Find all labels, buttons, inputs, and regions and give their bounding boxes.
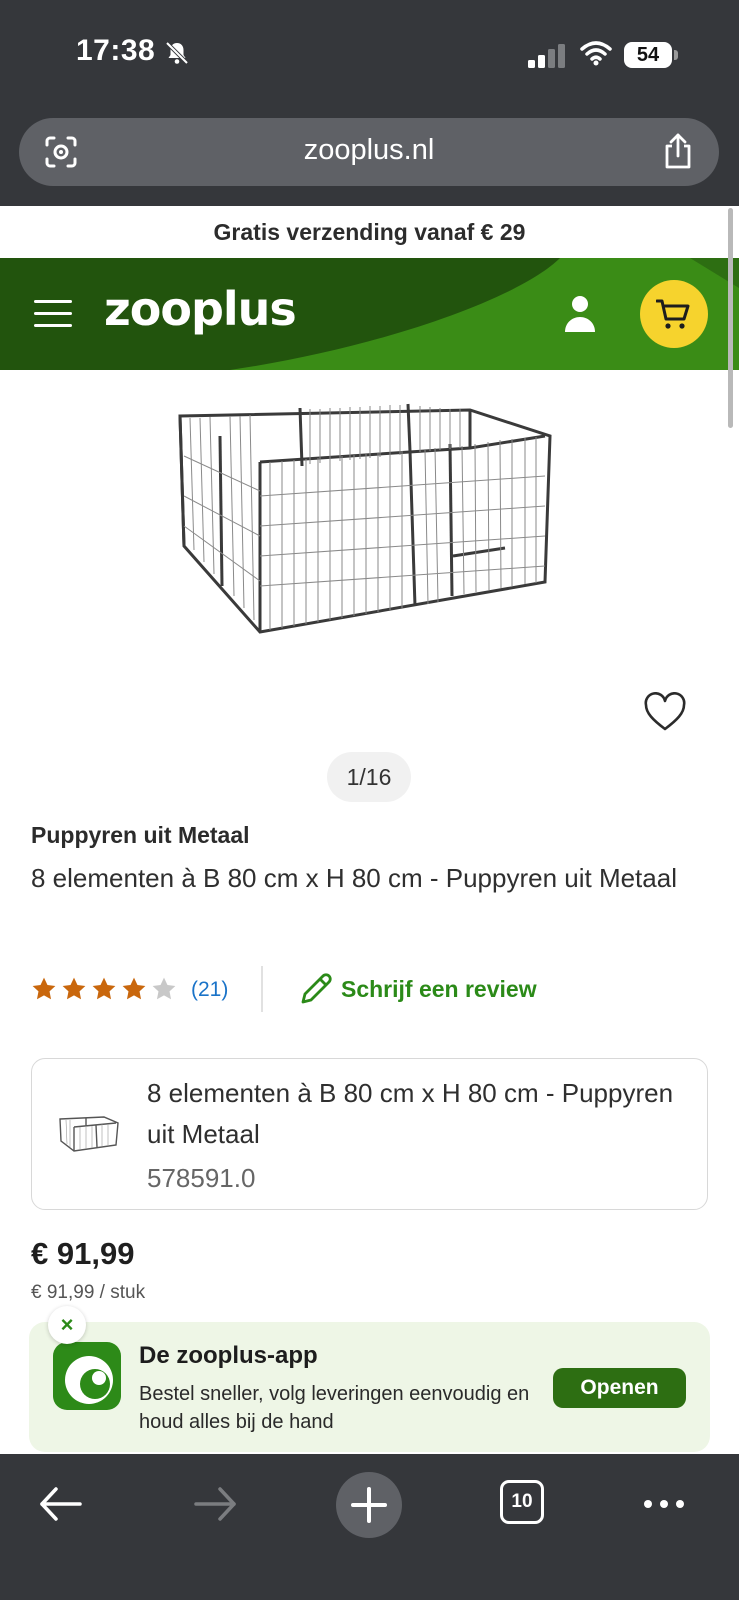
open-app-button[interactable]: Openen [553,1368,686,1408]
close-app-banner-button[interactable]: × [48,1306,86,1344]
rating-divider [261,966,263,1012]
app-logo-icon [65,1356,113,1404]
product-brand-line[interactable]: Puppyren uit Metaal [31,822,250,849]
browser-top-bar: 17:38 54 zooplus.nl [0,0,739,206]
back-arrow-icon[interactable] [32,1476,92,1532]
wifi-icon [580,41,612,66]
variant-thumbnail [59,1116,119,1152]
account-icon[interactable] [562,294,598,334]
star-filled-icon [32,977,56,1000]
variant-title: 8 elementen à B 80 cm x H 80 cm - Puppyr… [147,1078,674,1149]
shipping-banner: Gratis verzending vanaf € 29 [0,206,739,258]
cell-signal-icon [528,44,565,68]
tabs-count-button[interactable]: 10 [500,1480,544,1524]
plus-icon [351,1487,387,1523]
battery-indicator: 54 [624,42,672,68]
rating-row: (21) Schrijf een review [31,966,711,1016]
write-review-link[interactable]: Schrijf een review [297,966,537,1012]
star-filled-icon [62,977,86,1000]
variant-sku: 578591.0 [147,1163,256,1193]
site-header: zooplus [0,258,739,370]
status-time: 17:38 [76,34,156,67]
battery-nub [674,50,678,60]
product-image-playpen[interactable] [170,396,570,646]
zooplus-app-icon [53,1342,121,1410]
write-review-label: Schrijf een review [341,975,537,1002]
url-text[interactable]: zooplus.nl [19,134,719,167]
menu-icon[interactable] [34,300,72,328]
share-icon[interactable] [661,132,695,170]
product-price: € 91,99 [31,1236,135,1271]
browser-bottom-toolbar: 10 [0,1454,739,1600]
unit-price: € 91,99 / stuk [31,1282,146,1303]
new-tab-button[interactable] [336,1472,402,1538]
review-count-link[interactable]: (21) [191,978,228,1002]
wishlist-heart-icon[interactable] [643,692,687,732]
cart-icon [656,299,690,329]
cart-button[interactable] [640,280,708,348]
star-filled-icon [122,977,146,1000]
more-options-icon[interactable] [636,1476,696,1532]
bell-muted-icon [165,41,189,65]
variant-selector[interactable]: 8 elementen à B 80 cm x H 80 cm - Puppyr… [31,1058,708,1210]
forward-arrow-icon[interactable] [184,1476,244,1532]
pencil-icon [301,973,332,1004]
page-scrollbar[interactable] [728,208,733,428]
app-banner-description: Bestel sneller, volg leveringen eenvoudi… [139,1383,530,1433]
app-banner-title: De zooplus-app [139,1342,318,1369]
address-bar[interactable]: zooplus.nl [19,118,719,186]
app-install-banner[interactable]: De zooplus-app Bestel sneller, volg leve… [29,1322,710,1452]
star-rating[interactable] [31,976,177,1004]
star-empty-icon [152,977,176,1000]
image-counter: 1/16 [327,752,411,802]
zooplus-logo[interactable]: zooplus [104,282,297,336]
product-title: 8 elementen à B 80 cm x H 80 cm - Puppyr… [31,863,677,893]
star-filled-icon [92,977,116,1000]
